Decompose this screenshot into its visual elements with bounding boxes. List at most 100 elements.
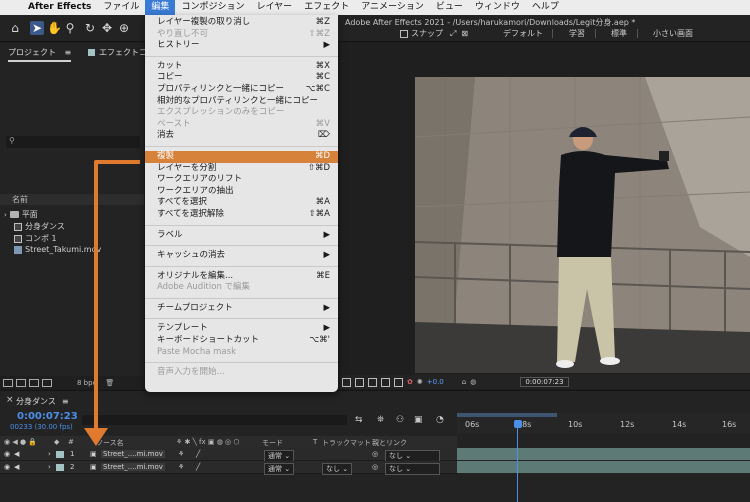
layer-row[interactable]: ◉ ◀ › 2 ▣ Street_....mi.mov ⚘ ╱ 通常 ⌄ なし … (0, 461, 457, 475)
roi-icon[interactable] (342, 377, 351, 387)
work-area-bar[interactable] (457, 413, 557, 417)
edit-menu-item[interactable]: レイヤー複製の取り消し ⌘Z (145, 17, 338, 29)
project-search-input[interactable]: ⚲ (6, 136, 140, 148)
edit-menu-item[interactable]: 相対的なプロパティリンクと一緒にコピー (145, 96, 338, 108)
layer-duration-bar[interactable] (457, 461, 750, 473)
menu-animation[interactable]: アニメーション (355, 0, 430, 15)
timeline-search-input[interactable] (82, 415, 347, 425)
menu-view[interactable]: ビュー (430, 0, 469, 15)
exposure-reset-icon[interactable]: ✺ (417, 378, 423, 386)
edit-menu-item[interactable]: ラベル ▶ (145, 230, 338, 242)
snap-toggle[interactable]: スナップ ⤢ ⊠ (400, 28, 468, 39)
settings-icon[interactable] (42, 378, 52, 387)
menu-after-effects[interactable]: After Effects (22, 0, 97, 15)
edit-menu-item[interactable]: コピー ⌘C (145, 72, 338, 84)
edit-menu-item[interactable]: 消去 ⌦ (145, 130, 338, 142)
edit-menu-item[interactable]: レイヤーを分割 ⇧⌘D (145, 163, 338, 175)
exposure-value[interactable]: +0.0 (427, 378, 444, 386)
draft-3d-icon[interactable]: ⛯ (377, 415, 384, 425)
snap-options-icon[interactable]: ⤢ (450, 29, 456, 39)
mask-visibility-icon[interactable] (368, 377, 377, 387)
rotate-tool-icon[interactable]: ↻ (83, 21, 97, 35)
home-icon[interactable]: ⌂ (8, 21, 22, 35)
project-item-folder[interactable]: › 平面 (4, 209, 38, 220)
viewer-current-time[interactable]: 0:00:07:23 (520, 377, 569, 387)
shy-icon[interactable]: ⚇ (396, 415, 404, 425)
orbit-tool-icon[interactable]: ✥ (100, 21, 114, 35)
edit-menu-item[interactable]: すべてを選択 ⌘A (145, 197, 338, 209)
visibility-eye-icon[interactable]: ◉ (4, 450, 10, 458)
tab-effect-controls[interactable]: エフェクトコ (88, 47, 147, 58)
layer-duration-bar[interactable] (457, 448, 750, 460)
hand-tool-icon[interactable]: ✋ (47, 21, 62, 35)
audio-icon[interactable]: ◀ (14, 463, 19, 471)
workspace-default[interactable]: デフォルト (503, 28, 543, 39)
snapshot-icon[interactable]: ⌂ (462, 378, 466, 386)
edit-menu-item[interactable]: カット ⌘X (145, 61, 338, 73)
tab-composition[interactable]: 分身ダンス ≡ (16, 396, 69, 407)
index-column[interactable]: # (68, 438, 74, 446)
project-item-comp[interactable]: コンポ 1 (14, 233, 57, 244)
menu-window[interactable]: ウィンドウ (469, 0, 526, 15)
expand-chevron-icon[interactable]: › (48, 463, 51, 471)
source-name-column[interactable]: ソース名 (96, 438, 124, 448)
shy-switch-icon[interactable]: ⚘ (178, 463, 184, 471)
video-frame[interactable] (415, 77, 750, 373)
layer-name[interactable]: Street_....mi.mov (101, 463, 165, 471)
label-color-swatch[interactable] (56, 451, 64, 458)
parent-column[interactable]: 親とリンク (372, 438, 407, 448)
mode-column[interactable]: モード (262, 438, 283, 448)
pickwhip-icon[interactable]: ◎ (372, 463, 378, 471)
edit-menu-item[interactable]: チームプロジェクト ▶ (145, 303, 338, 315)
playhead-handle[interactable] (514, 420, 522, 428)
zoom-tool-icon[interactable]: ⚲ (63, 21, 77, 35)
menu-help[interactable]: ヘルプ (526, 0, 565, 15)
edit-menu-item[interactable]: キーボードショートカット ⌥⌘' (145, 335, 338, 347)
t-column[interactable]: T (313, 438, 317, 446)
playhead-line[interactable] (517, 427, 518, 502)
edit-menu-item[interactable]: オリジナルを編集... ⌘E (145, 271, 338, 283)
project-item-comp[interactable]: 分身ダンス (14, 221, 65, 232)
guides-icon[interactable] (381, 377, 390, 387)
tab-project[interactable]: プロジェクト ≡ (8, 47, 72, 62)
workspace-small-screen[interactable]: 小さい画面 (653, 28, 693, 39)
bpc-label[interactable]: 8 bpc (77, 379, 96, 387)
menu-edit[interactable]: 編集 (145, 0, 176, 15)
label-column-icon[interactable]: ◆ (54, 438, 59, 446)
menu-effect[interactable]: エフェクト (298, 0, 355, 15)
edit-menu-item[interactable]: ワークエリアのリフト (145, 174, 338, 186)
switches-column-icon[interactable]: ⚘ ✱ ╲ fx ▣ ◍ ◎ ⬡ (176, 438, 239, 446)
transparency-grid-icon[interactable] (355, 377, 364, 387)
quality-switch-icon[interactable]: ╱ (196, 450, 200, 458)
workspace-standard[interactable]: 標準 (611, 28, 627, 39)
workspace-learn[interactable]: 学習 (569, 28, 585, 39)
edit-menu-item[interactable]: キャッシュの消去 ▶ (145, 250, 338, 262)
menu-layer[interactable]: レイヤー (250, 0, 298, 15)
edit-menu-item[interactable]: テンプレート ▶ (145, 323, 338, 335)
expand-chevron-icon[interactable]: › (48, 450, 51, 458)
menu-composition[interactable]: コンポジション (175, 0, 250, 15)
close-icon[interactable]: × (6, 395, 14, 405)
color-management-icon[interactable]: ✿ (407, 378, 413, 386)
edit-menu-item[interactable]: ワークエリアの抽出 (145, 186, 338, 198)
visibility-eye-icon[interactable]: ◉ (4, 463, 10, 471)
project-column-header[interactable]: 名前 (0, 194, 144, 205)
interpret-footage-icon[interactable] (3, 378, 13, 387)
edit-menu-item[interactable]: 複製 ⌘D (145, 150, 338, 163)
channel-icon[interactable] (394, 377, 403, 387)
label-color-swatch[interactable] (56, 464, 64, 471)
quality-switch-icon[interactable]: ╱ (196, 463, 200, 471)
shy-switch-icon[interactable]: ⚘ (178, 450, 184, 458)
time-ruler[interactable]: 06s 08s 10s 12s 14s 16s (457, 413, 750, 433)
snap-grid-icon[interactable]: ⊠ (461, 29, 468, 38)
snap-checkbox[interactable] (400, 29, 408, 38)
project-item-footage[interactable]: Street_Takumi.mov (14, 245, 101, 254)
edit-menu-item[interactable]: ヒストリー ▶ (145, 40, 338, 52)
layer-name[interactable]: Street_....mi.mov (101, 450, 165, 458)
comp-flowchart-icon[interactable]: ⇆ (355, 415, 363, 425)
pickwhip-icon[interactable]: ◎ (372, 450, 378, 458)
edit-menu-item[interactable]: すべてを選択解除 ⇧⌘A (145, 209, 338, 221)
layer-row[interactable]: ◉ ◀ › 1 ▣ Street_....mi.mov ⚘ ╱ 通常 ⌄ ◎ な… (0, 448, 457, 462)
trash-icon[interactable]: 🗑 (105, 379, 114, 387)
graph-editor-icon[interactable]: ◔ (436, 415, 444, 425)
